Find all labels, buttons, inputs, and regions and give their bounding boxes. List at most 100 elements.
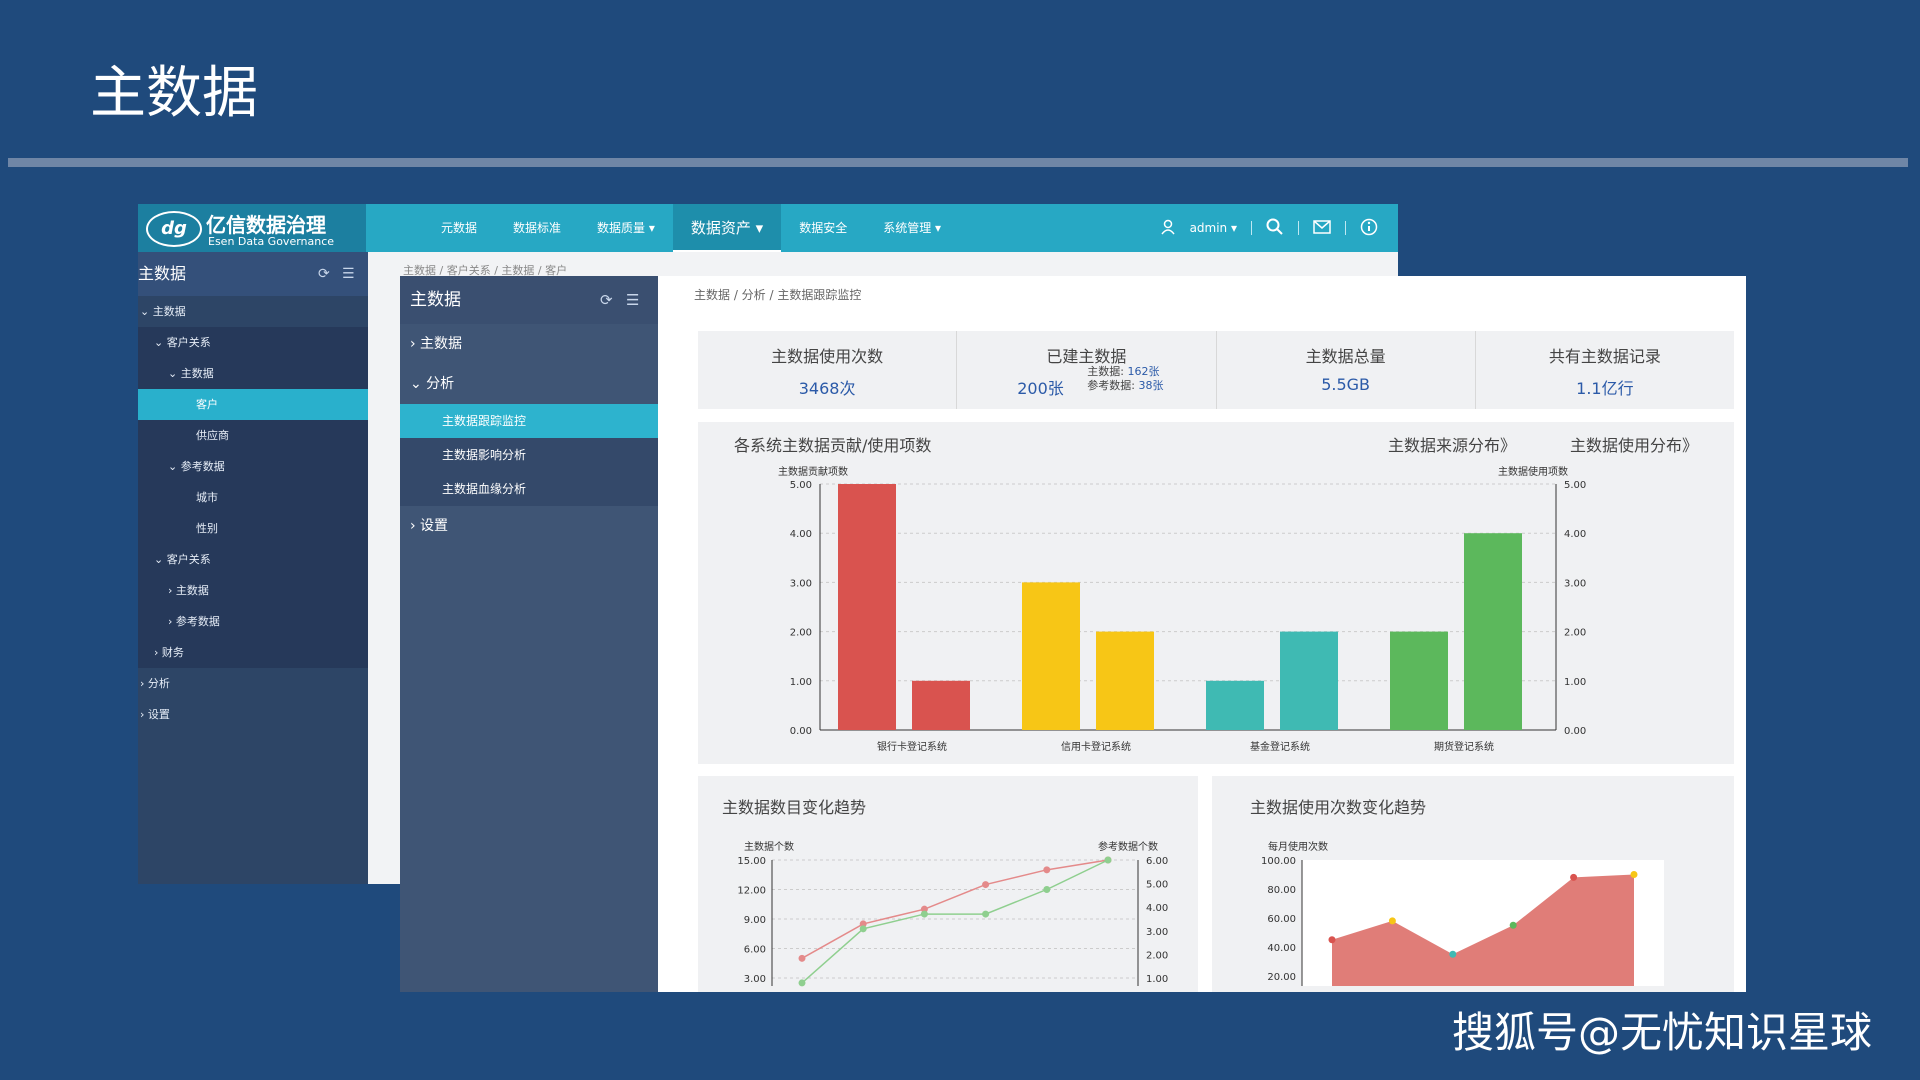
sidebar-subitem[interactable]: 主数据跟踪监控 xyxy=(400,404,658,438)
series-line xyxy=(801,859,1109,984)
watermark: 搜狐号@无忧知识星球 xyxy=(1451,1008,1872,1057)
sidebar-subitem[interactable]: 主数据影响分析 xyxy=(400,438,658,472)
bar xyxy=(1280,631,1338,730)
app-logo[interactable]: dg 亿信数据治理 Esen Data Governance xyxy=(138,204,366,252)
area-chart: 每月使用次数 20.00 40.00 60.00 80.00 100.00 xyxy=(1261,840,1664,986)
nav-item[interactable]: 数据安全 xyxy=(781,204,865,252)
tree-item[interactable]: › 财务 xyxy=(138,637,368,668)
detail-label: 参考数据: xyxy=(1087,379,1135,392)
y-axis-label: 每月使用次数 xyxy=(1268,840,1328,853)
stat-value: 3468次 xyxy=(798,379,856,398)
refresh-icon[interactable]: ⟳ xyxy=(600,276,613,324)
info-icon[interactable] xyxy=(1360,218,1378,239)
nav-item[interactable]: 数据资产 ▾ xyxy=(672,204,782,252)
main-content: 主数据 / 分析 / 主数据跟踪监控 主数据使用次数 3468次 已建主数据 2… xyxy=(658,276,1746,992)
sidebar-item-master-data[interactable]: › 主数据 xyxy=(400,324,658,364)
tree-item[interactable]: › 参考数据 xyxy=(138,606,368,637)
y2-tick-label: 2.00 xyxy=(1146,950,1168,961)
stat-label: 主数据总量 xyxy=(1305,347,1386,366)
stat-value: 1.1亿行 xyxy=(1576,379,1634,398)
stat-usage-count: 主数据使用次数 3468次 xyxy=(698,331,956,409)
y2-tick-label: 5.00 xyxy=(1146,880,1168,891)
data-point xyxy=(1104,856,1112,864)
nav-item[interactable]: 数据标准 xyxy=(495,204,579,252)
list-icon[interactable]: ☰ xyxy=(342,252,355,296)
line-chart: 主数据个数 参考数据个数 3.00 6.00 9.00 12.00 15.00 1.00 2.0… xyxy=(737,840,1168,987)
tree-item[interactable]: ⌄ 参考数据 xyxy=(138,451,368,482)
y2-tick-label: 4.00 xyxy=(1146,903,1168,914)
y2-tick-label: 4.00 xyxy=(1564,529,1586,540)
y-axis-label: 主数据个数 xyxy=(744,840,794,853)
tree-item[interactable]: 城市 xyxy=(138,482,368,513)
sidebar-subitem[interactable]: 主数据血缘分析 xyxy=(400,472,658,506)
top-navbar: dg 亿信数据治理 Esen Data Governance 元数据 数据标准 数据… xyxy=(138,204,1398,252)
front-sidebar: 主数据 ⟳ ☰ › 主数据 ⌄ 分析 主数据跟踪监控 主数据影响分析 主数据血缘分析… xyxy=(400,276,658,992)
analysis-submenu: 主数据跟踪监控 主数据影响分析 主数据血缘分析 xyxy=(400,404,658,506)
front-app-window: 主数据 ⟳ ☰ › 主数据 ⌄ 分析 主数据跟踪监控 主数据影响分析 主数据血缘分析… xyxy=(400,276,1746,992)
y-tick-label: 3.00 xyxy=(744,974,766,985)
data-point xyxy=(982,910,990,918)
y-tick-label: 15.00 xyxy=(737,856,766,867)
logo-subtitle: Esen Data Governance xyxy=(208,235,335,248)
y-tick-label: 5.00 xyxy=(790,480,812,491)
stat-label: 主数据使用次数 xyxy=(771,347,884,366)
back-sidebar: 主数据 ⟳ ☰ ⌄ 主数据 ⌄ 客户关系 ⌄ 主数据 客户 供应商 ⌄ 参考数据 城市 性别 ⌄… xyxy=(138,252,368,884)
tree-item[interactable]: ⌄ 客户关系 xyxy=(138,544,368,575)
tree-item[interactable]: › 主数据 xyxy=(138,575,368,606)
y-tick-label: 0.00 xyxy=(790,726,812,737)
data-point xyxy=(1328,936,1336,944)
line-chart-panel: 主数据数目变化趋势 主数据个数 参考数据个数 3.00 6.00 9.00 12.00 15… xyxy=(698,776,1198,992)
sidebar-item-analysis[interactable]: ⌄ 分析 xyxy=(400,364,658,404)
mail-icon[interactable] xyxy=(1313,219,1331,237)
data-point xyxy=(859,925,867,933)
list-icon[interactable]: ☰ xyxy=(626,276,639,324)
y-tick-label: 20.00 xyxy=(1267,972,1296,983)
nav-item[interactable]: 系统管理 ▾ xyxy=(865,204,959,252)
detail-value: 162张 xyxy=(1127,365,1160,378)
data-point xyxy=(1449,950,1457,958)
y-tick-label: 100.00 xyxy=(1261,856,1296,867)
user-icon[interactable] xyxy=(1160,219,1176,238)
nav-item[interactable]: 元数据 xyxy=(423,204,495,252)
y-tick-label: 4.00 xyxy=(790,529,812,540)
detail-label: 主数据: xyxy=(1087,365,1124,378)
nav-item[interactable]: 数据质量 ▾ xyxy=(579,204,673,252)
refresh-icon[interactable]: ⟳ xyxy=(318,252,330,296)
back-sidebar-tree: ⌄ 主数据 ⌄ 客户关系 ⌄ 主数据 客户 供应商 ⌄ 参考数据 城市 性别 ⌄ 客户关系 › 主… xyxy=(138,296,368,730)
data-point xyxy=(1570,873,1578,881)
y-tick-label: 9.00 xyxy=(744,915,766,926)
sidebar-title: 主数据 xyxy=(138,264,187,283)
bar xyxy=(1464,533,1522,730)
stat-total-records: 共有主数据记录 1.1亿行 xyxy=(1474,331,1734,409)
stat-label: 已建主数据 xyxy=(1046,347,1127,366)
tree-item[interactable]: 性别 xyxy=(138,513,368,544)
tree-item[interactable]: › 分析 xyxy=(138,668,368,699)
tree-item[interactable]: ⌄ 主数据 xyxy=(138,296,368,327)
tree-item[interactable]: 客户 xyxy=(138,389,368,420)
data-point xyxy=(1388,917,1396,925)
tree-item[interactable]: › 设置 xyxy=(138,699,368,730)
stat-breakdown: 主数据: 162张 参考数据: 38张 xyxy=(1087,365,1163,393)
y-tick-label: 1.00 xyxy=(790,677,812,688)
x-tick-label: 基金登记系统 xyxy=(1250,740,1310,753)
front-sidebar-header: 主数据 ⟳ ☰ xyxy=(400,276,658,324)
topbar-actions: admin ▾ xyxy=(1160,204,1378,252)
slide-title: 主数据 xyxy=(90,61,258,126)
y2-tick-label: 3.00 xyxy=(1564,578,1586,589)
y2-tick-label: 1.00 xyxy=(1564,677,1586,688)
tree-item[interactable]: 供应商 xyxy=(138,420,368,451)
search-icon[interactable] xyxy=(1266,218,1284,239)
tree-item[interactable]: ⌄ 客户关系 xyxy=(138,327,368,358)
divider xyxy=(1251,221,1252,235)
x-tick-label: 银行卡登记系统 xyxy=(877,740,947,753)
bar-chart: 主数据贡献项数 主数据使用项数 0.00 0.00 1.00 1.00 2.00 2.00 3.… xyxy=(778,465,1586,753)
user-menu[interactable]: admin ▾ xyxy=(1190,221,1237,235)
tree-item[interactable]: ⌄ 主数据 xyxy=(138,358,368,389)
main-nav: 元数据 数据标准 数据质量 ▾ 数据资产 ▾ 数据安全 系统管理 ▾ xyxy=(423,204,959,252)
data-point xyxy=(1509,921,1517,929)
y-tick-label: 60.00 xyxy=(1267,914,1296,925)
sidebar-item-settings[interactable]: › 设置 xyxy=(400,506,658,546)
stat-value: 5.5GB xyxy=(1321,375,1371,394)
area-chart-panel: 主数据使用次数变化趋势 每月使用次数 20.00 40.00 60.00 80.00 10… xyxy=(1212,776,1734,992)
y-tick-label: 3.00 xyxy=(790,578,812,589)
